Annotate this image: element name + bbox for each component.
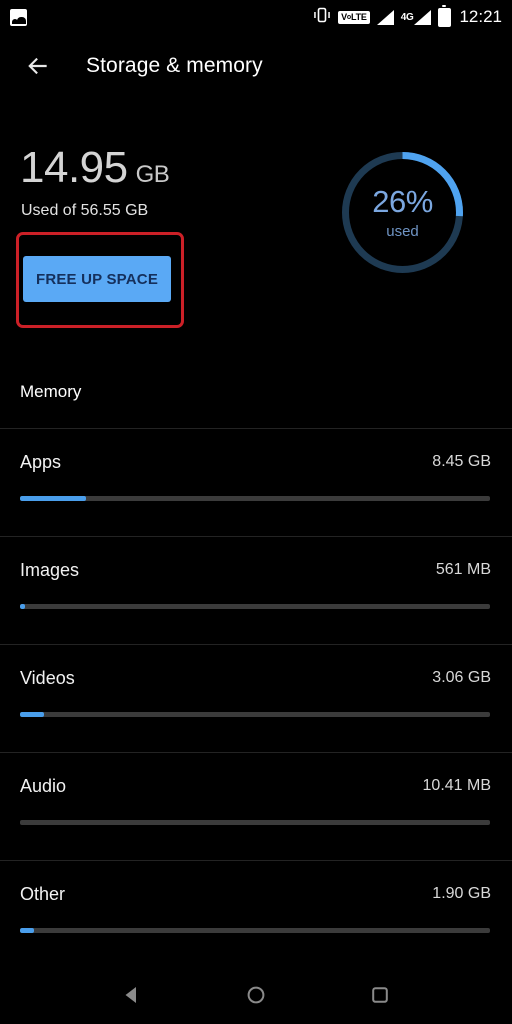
list-item-value: 3.06 GB [432, 669, 491, 686]
app-bar: Storage & memory [0, 40, 512, 92]
photo-icon [10, 8, 27, 26]
clock: 12:21 [459, 7, 502, 26]
usage-bar-track [20, 496, 490, 501]
recents-square-icon[interactable] [357, 972, 403, 1018]
list-item-value: 8.45 GB [432, 453, 491, 470]
list-item[interactable]: Other 1.90 GB [0, 860, 512, 968]
volte-icon: Vo LTE [338, 10, 370, 24]
donut-percent-label: used [386, 222, 419, 240]
status-bar-system-icons: Vo LTE 4G 12:21 [313, 4, 502, 29]
back-triangle-icon[interactable] [109, 972, 155, 1018]
donut-percent-value: 26% [372, 183, 433, 219]
list-item[interactable]: Apps 8.45 GB [0, 428, 512, 536]
status-bar: Vo LTE 4G 12:21 [0, 0, 512, 34]
list-item-label: Audio [20, 776, 67, 796]
usage-bar-track [20, 820, 490, 825]
home-circle-icon[interactable] [233, 972, 279, 1018]
free-up-space-button[interactable]: FREE UP SPACE [23, 256, 171, 302]
donut-center-text: 26% used [337, 147, 468, 278]
android-navigation-bar [0, 966, 512, 1024]
used-amount-value: 14.95 [20, 143, 128, 192]
volte-text-lte: LTE [350, 11, 367, 22]
usage-bar-track [20, 928, 490, 933]
usage-bar-fill [20, 712, 44, 717]
page-title: Storage & memory [86, 54, 263, 77]
list-item[interactable]: Images 561 MB [0, 536, 512, 644]
status-bar-notifications [10, 8, 27, 26]
used-amount: 14.95 GB [20, 143, 170, 192]
battery-icon [438, 4, 452, 27]
storage-donut-chart: 26% used [337, 147, 468, 278]
back-arrow-icon[interactable] [12, 40, 64, 92]
list-item-label: Images [20, 560, 80, 580]
signal-strength-sim1-icon [376, 9, 394, 25]
list-item[interactable]: Audio 10.41 MB [0, 752, 512, 860]
signal-strength-sim2-group: 4G [400, 9, 432, 25]
list-item-label: Other [20, 884, 66, 904]
list-item-value: 1.90 GB [432, 885, 491, 902]
storage-summary: 14.95 GB Used of 56.55 GB FREE UP SPACE … [0, 130, 512, 345]
signal-strength-sim2-icon [414, 9, 432, 25]
memory-section-header: Memory [20, 382, 82, 401]
list-item[interactable]: Videos 3.06 GB [0, 644, 512, 752]
usage-bar-track [20, 604, 490, 609]
usage-bar-track [20, 712, 490, 717]
usage-bar-fill [20, 928, 35, 933]
list-item-label: Videos [20, 668, 75, 688]
vibrate-icon [313, 6, 331, 29]
list-item-value: 10.41 MB [422, 777, 491, 794]
used-of-total-label: Used of 56.55 GB [21, 202, 149, 219]
usage-bar-fill [20, 604, 25, 609]
used-amount-unit: GB [135, 161, 170, 188]
list-item-value: 561 MB [435, 561, 491, 578]
network-type-label: 4G [400, 11, 414, 23]
list-item-label: Apps [20, 452, 62, 472]
usage-bar-fill [20, 496, 86, 501]
memory-category-list: Apps 8.45 GB Images 561 MB Videos 3.06 G… [0, 428, 512, 968]
